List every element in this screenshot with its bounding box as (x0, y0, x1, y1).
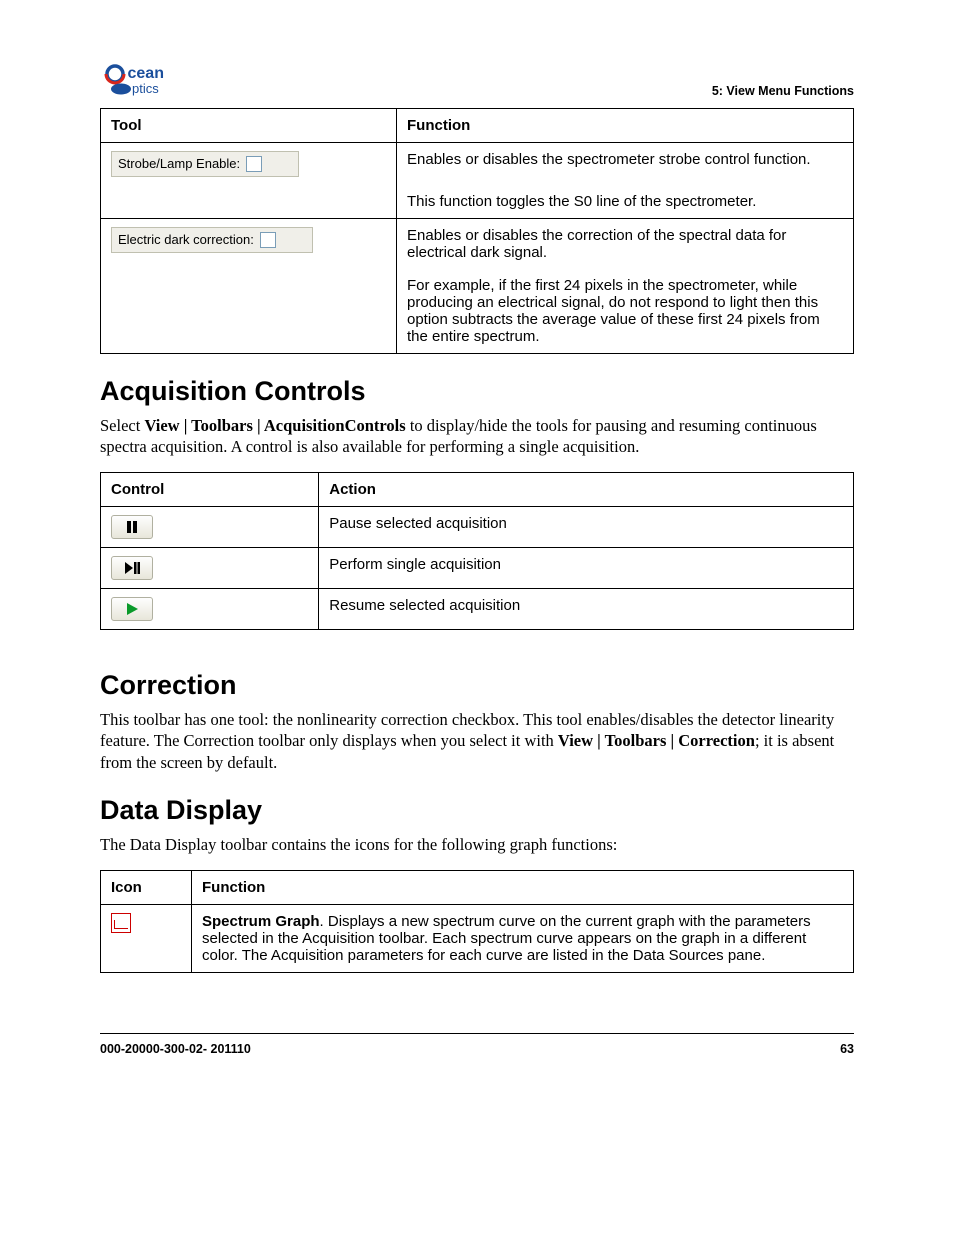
acq-header-control: Control (101, 472, 319, 506)
resume-button[interactable] (111, 597, 153, 621)
data-display-intro: The Data Display toolbar contains the ic… (100, 834, 854, 855)
data-display-table: Icon Function Spectrum Graph. Displays a… (100, 870, 854, 973)
footer-docnum: 000-20000-300-02- 201110 (100, 1042, 251, 1056)
single-step-button[interactable] (111, 556, 153, 580)
strobe-lamp-func-2: This function toggles the S0 line of the… (397, 185, 854, 219)
checkbox-box-icon (246, 156, 262, 172)
electric-dark-func-2: For example, if the first 24 pixels in t… (397, 269, 854, 354)
electric-dark-correction-checkbox[interactable]: Electric dark correction: (111, 227, 313, 253)
page-header: cean ptics 5: View Menu Functions (100, 60, 854, 102)
acq-action-single: Perform single acquisition (319, 547, 854, 588)
pause-icon (122, 519, 142, 535)
tool-function-table: Tool Function Strobe/Lamp Enable: Enable… (100, 108, 854, 354)
footer-pagenum: 63 (840, 1042, 854, 1056)
dd-header-function: Function (192, 870, 854, 904)
table1-header-tool: Tool (101, 109, 397, 143)
spectrum-graph-icon[interactable] (111, 913, 131, 933)
electric-dark-label: Electric dark correction: (118, 232, 254, 248)
strobe-lamp-enable-label: Strobe/Lamp Enable: (118, 156, 240, 172)
correction-body: This toolbar has one tool: the nonlinear… (100, 709, 854, 773)
svg-text:ptics: ptics (132, 81, 159, 96)
data-display-heading: Data Display (100, 795, 854, 826)
page-footer: 000-20000-300-02- 201110 63 (100, 1033, 854, 1056)
acquisition-controls-heading: Acquisition Controls (100, 376, 854, 407)
single-step-icon (122, 560, 142, 576)
dd-row1-function: Spectrum Graph. Displays a new spectrum … (192, 904, 854, 972)
dd-header-icon: Icon (101, 870, 192, 904)
table1-header-function: Function (397, 109, 854, 143)
strobe-lamp-func-1: Enables or disables the spectrometer str… (397, 143, 854, 186)
checkbox-box-icon (260, 232, 276, 248)
ocean-optics-logo: cean ptics (100, 60, 200, 102)
play-icon (122, 601, 142, 617)
correction-heading: Correction (100, 670, 854, 701)
pause-button[interactable] (111, 515, 153, 539)
logo-icon: cean ptics (100, 60, 200, 102)
acq-action-pause: Pause selected acquisition (319, 506, 854, 547)
acquisition-controls-table: Control Action Pause selected acquisitio… (100, 472, 854, 630)
electric-dark-func-1: Enables or disables the correction of th… (397, 219, 854, 270)
page-section-label: 5: View Menu Functions (712, 84, 854, 102)
acq-header-action: Action (319, 472, 854, 506)
svg-text:cean: cean (128, 65, 164, 82)
acq-action-resume: Resume selected acquisition (319, 588, 854, 629)
page: cean ptics 5: View Menu Functions Tool F… (0, 0, 954, 1235)
strobe-lamp-enable-checkbox[interactable]: Strobe/Lamp Enable: (111, 151, 299, 177)
acquisition-controls-intro: Select View | Toolbars | AcquisitionCont… (100, 415, 854, 458)
